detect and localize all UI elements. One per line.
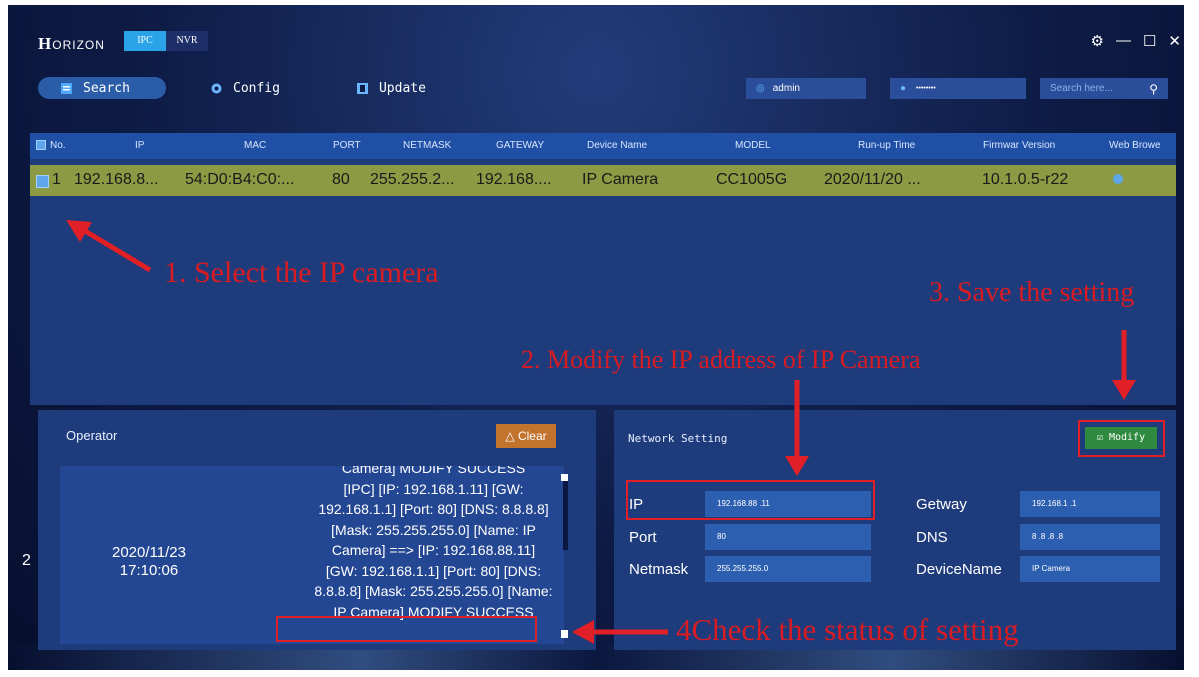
ip-highlight-box [626,480,875,520]
annotation-step-2: 2. Modify the IP address of IP Camera [521,345,921,374]
annotation-step-1: 1. Select the IP camera [164,256,439,289]
arrow-1-shaft [78,225,152,273]
arrow-4-head [572,620,594,644]
annotation-step-3: 3. Save the setting [929,277,1135,308]
arrow-2-head [785,456,809,476]
annotation-step-4: 4Check the status of setting [676,612,1019,647]
annotation-arrows [66,220,1136,644]
status-highlight-box [276,616,537,642]
arrow-3-head [1112,380,1136,400]
modify-highlight-box [1078,420,1165,457]
